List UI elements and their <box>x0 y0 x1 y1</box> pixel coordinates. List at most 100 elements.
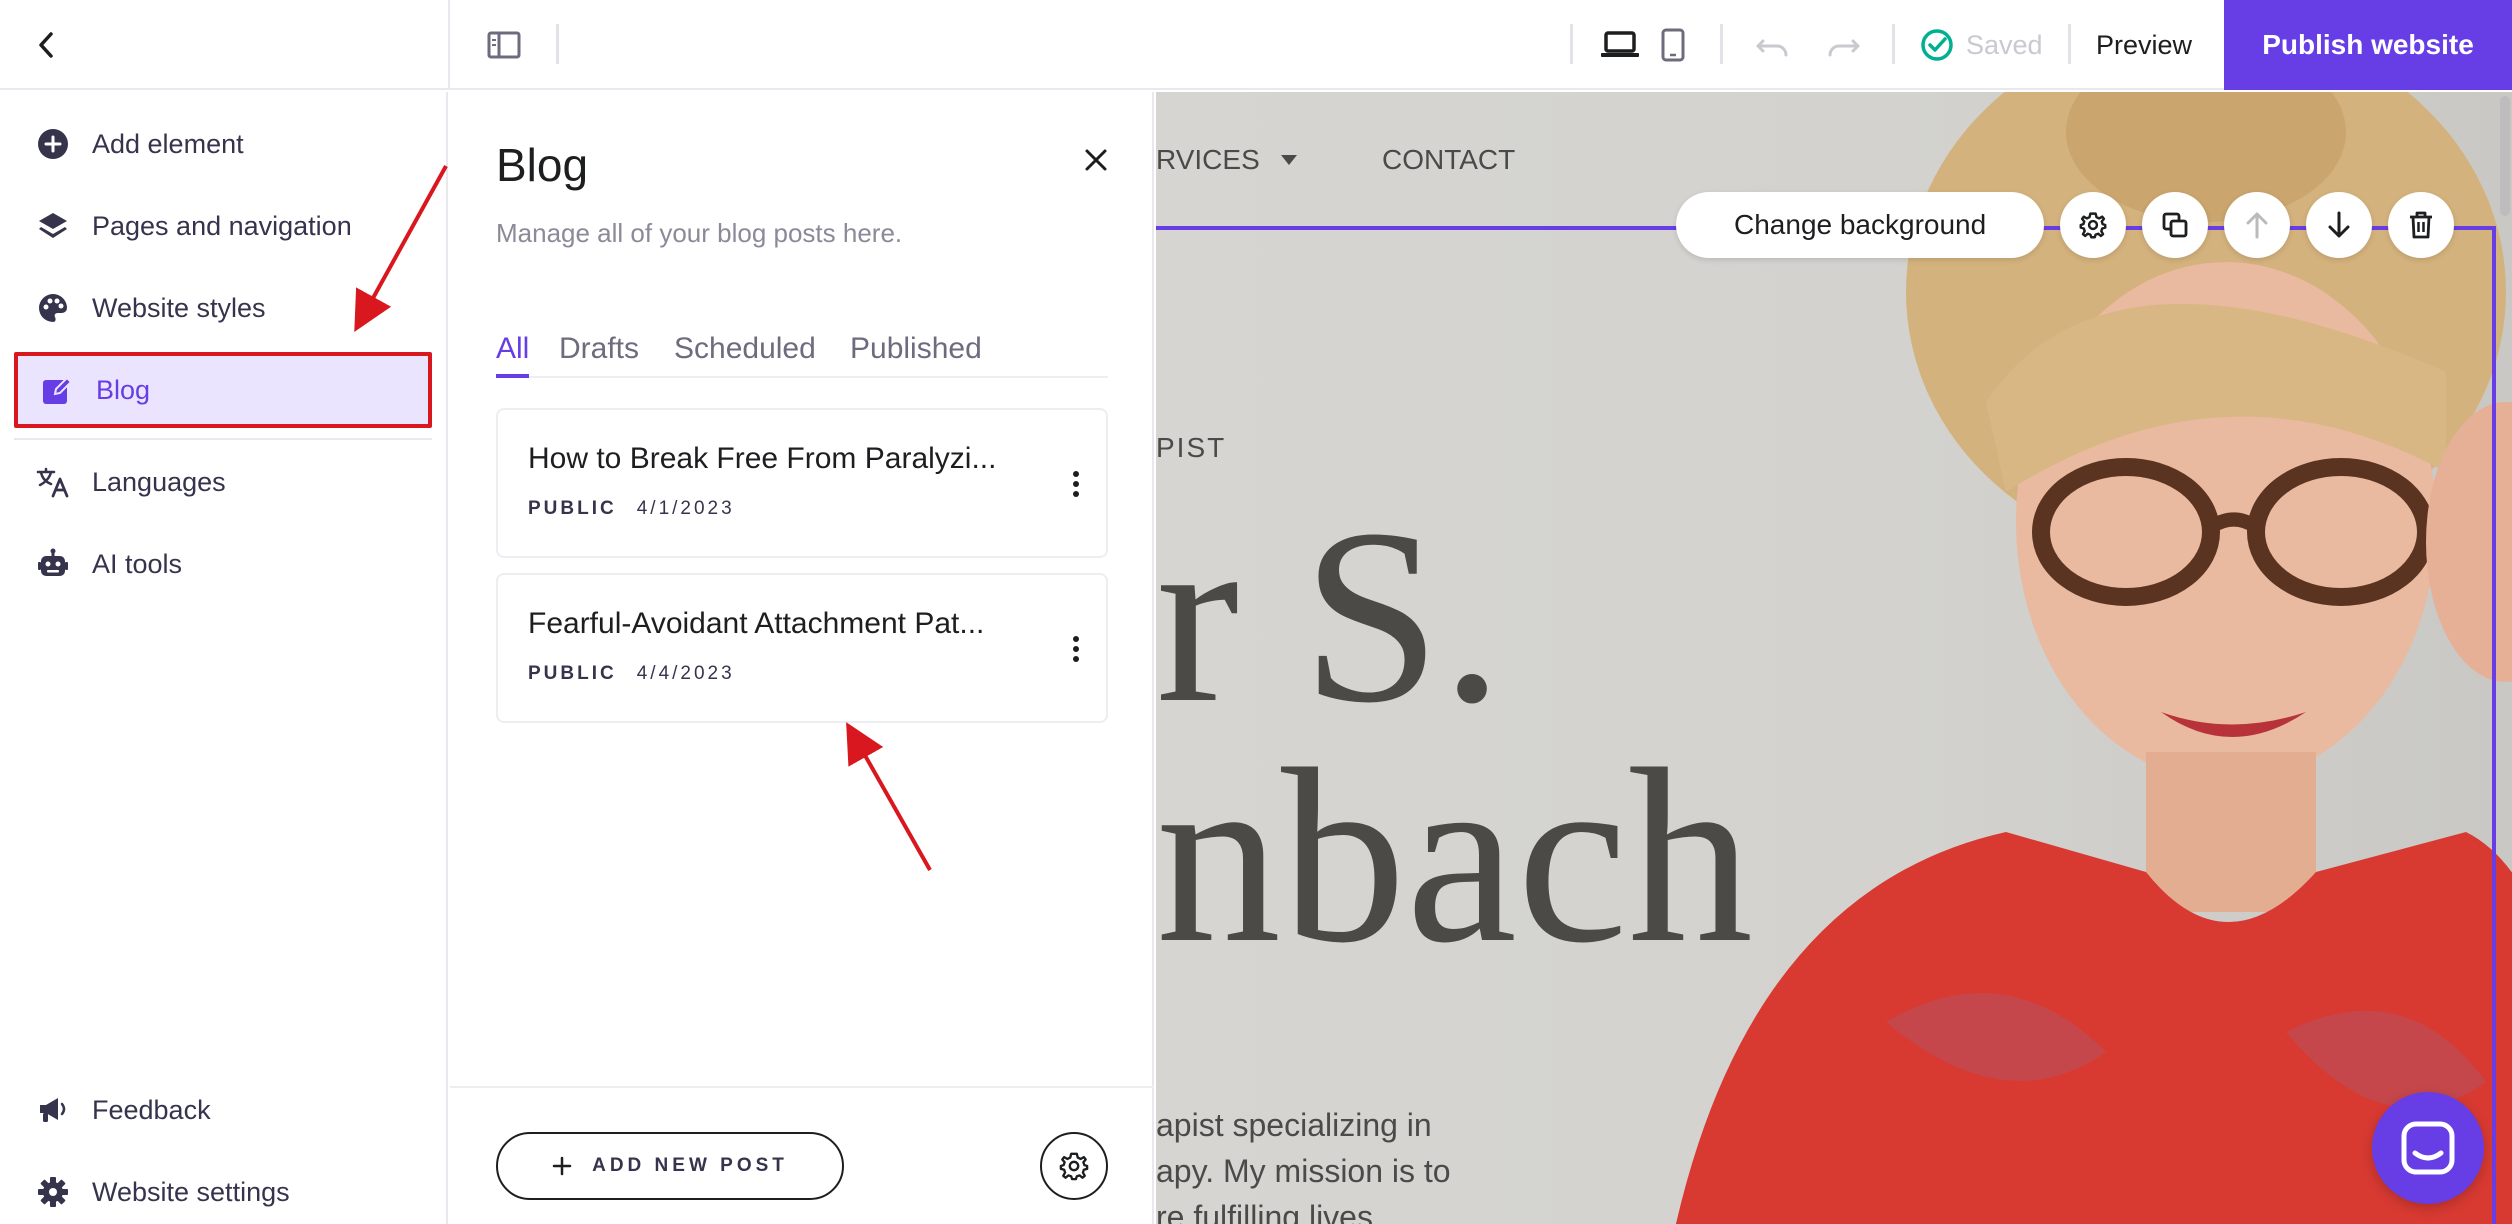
trash-icon <box>2410 211 2433 239</box>
divider <box>450 1086 1154 1088</box>
palette-icon <box>34 289 72 327</box>
hero-body-line: apy. My mission is to <box>1156 1153 1451 1189</box>
sidebar-layout-icon <box>487 31 521 59</box>
hero-heading-line[interactable]: r S. <box>1156 492 1503 742</box>
sidebar-item-languages[interactable]: Languages <box>14 444 432 520</box>
caret-down-icon <box>1280 155 1297 165</box>
gear-icon <box>2079 212 2107 239</box>
arrow-down-icon <box>2328 211 2350 238</box>
section-toolbar: Change background <box>1676 192 2455 258</box>
sidebar-item-label: Add element <box>92 128 244 159</box>
laptop-icon <box>1601 31 1639 57</box>
blog-tabs: All Drafts Scheduled Published <box>496 332 1108 378</box>
sidebar-item-feedback[interactable]: Feedback <box>14 1072 432 1148</box>
divider <box>1570 24 1573 64</box>
undo-icon <box>1756 39 1788 57</box>
sidebar-item-website-settings[interactable]: Website settings <box>14 1154 432 1224</box>
hero-kicker[interactable]: PIST <box>1156 432 1226 464</box>
blog-settings-button[interactable] <box>1040 1132 1108 1200</box>
post-meta: PUBLIC 4/1/2023 <box>528 498 735 520</box>
hero-body-text[interactable]: apist specializing in apy. My mission is… <box>1156 1102 1516 1224</box>
post-more-button[interactable] <box>1058 621 1094 677</box>
blog-panel: Blog Manage all of your blog posts here.… <box>450 92 1154 1224</box>
tab-scheduled[interactable]: Scheduled <box>674 332 816 378</box>
more-vertical-icon <box>1073 636 1079 662</box>
canvas-scrollbar[interactable] <box>2500 96 2510 216</box>
divider <box>448 0 450 90</box>
post-date: 4/4/2023 <box>636 663 735 684</box>
blog-panel-title: Blog <box>496 139 589 191</box>
hero-heading-line[interactable]: nbach <box>1156 732 1753 982</box>
change-background-button[interactable]: Change background <box>1676 192 2045 258</box>
sidebar-item-label: Website settings <box>92 1176 290 1207</box>
desktop-view-button[interactable] <box>1594 22 1646 68</box>
phone-icon <box>1661 28 1685 62</box>
chat-support-button[interactable] <box>2372 1092 2484 1204</box>
left-sidebar: Add element Pages and navigation Website… <box>0 92 448 1224</box>
tab-all[interactable]: All <box>496 332 530 378</box>
plus-circle-icon <box>34 125 72 163</box>
website-canvas[interactable]: RVICES CONTACT PIST r S. nbach apist spe… <box>1156 92 2512 1224</box>
sidebar-item-label: Feedback <box>92 1094 211 1125</box>
sidebar-item-ai-tools[interactable]: AI tools <box>14 526 432 602</box>
hero-body-line: re fulfilling lives. <box>1156 1199 1382 1224</box>
mobile-view-button[interactable] <box>1650 22 1696 68</box>
move-section-down-button[interactable] <box>2306 192 2373 258</box>
post-title: Fearful-Avoidant Attachment Pat... <box>528 607 985 640</box>
publish-website-button[interactable]: Publish website <box>2224 0 2512 90</box>
blog-post-card[interactable]: How to Break Free From Paralyzi... PUBLI… <box>496 408 1108 558</box>
redo-button[interactable] <box>1820 22 1866 68</box>
section-settings-button[interactable] <box>2060 192 2127 258</box>
blog-post-card[interactable]: Fearful-Avoidant Attachment Pat... PUBLI… <box>496 573 1108 723</box>
sidebar-item-label: Languages <box>92 466 226 497</box>
saved-label: Saved <box>1966 29 2043 60</box>
nav-services-link[interactable]: RVICES <box>1156 144 1298 176</box>
divider <box>1720 24 1723 64</box>
sidebar-item-add-element[interactable]: Add element <box>14 106 432 182</box>
edit-icon <box>38 371 76 409</box>
robot-icon <box>34 545 72 583</box>
add-new-post-label: ADD NEW POST <box>592 1155 788 1176</box>
divider <box>2068 24 2071 64</box>
post-meta: PUBLIC 4/4/2023 <box>528 663 735 685</box>
sidebar-item-blog[interactable]: Blog <box>14 352 432 428</box>
sidebar-toggle-button[interactable] <box>480 22 528 68</box>
gear-icon <box>34 1173 72 1211</box>
copy-icon <box>2162 212 2188 238</box>
saved-status: Saved <box>1920 22 2043 68</box>
nav-contact-link[interactable]: CONTACT <box>1382 144 1515 176</box>
blog-panel-subtitle: Manage all of your blog posts here. <box>496 218 903 248</box>
sidebar-item-label: Pages and navigation <box>92 210 352 241</box>
delete-section-button[interactable] <box>2388 192 2455 258</box>
hero-body-line: apist specializing in <box>1156 1107 1432 1143</box>
post-more-button[interactable] <box>1058 456 1094 512</box>
chevron-left-icon <box>39 32 53 58</box>
back-button[interactable] <box>22 22 70 68</box>
add-new-post-button[interactable]: ADD NEW POST <box>496 1132 844 1200</box>
chat-icon <box>2401 1121 2455 1175</box>
tab-published[interactable]: Published <box>850 332 982 378</box>
move-section-up-button[interactable] <box>2224 192 2291 258</box>
redo-icon <box>1828 39 1860 57</box>
top-bar: Saved Preview Publish website <box>0 0 2512 90</box>
more-vertical-icon <box>1073 471 1079 497</box>
plus-icon <box>552 1156 572 1176</box>
check-circle-icon <box>1921 29 1953 61</box>
megaphone-icon <box>34 1091 72 1129</box>
close-icon <box>1085 149 1107 171</box>
divider <box>14 438 432 440</box>
duplicate-section-button[interactable] <box>2142 192 2209 258</box>
tab-drafts[interactable]: Drafts <box>559 332 639 378</box>
close-button[interactable] <box>1068 132 1124 188</box>
divider <box>1892 24 1895 64</box>
post-status: PUBLIC <box>528 663 617 684</box>
layers-icon <box>34 207 72 245</box>
preview-button[interactable]: Preview <box>2080 22 2208 68</box>
sidebar-item-website-styles[interactable]: Website styles <box>14 270 432 346</box>
sidebar-item-label: Blog <box>96 374 151 405</box>
post-date: 4/1/2023 <box>636 498 735 519</box>
website-builder: Saved Preview Publish website Add elemen… <box>0 0 2512 1224</box>
translate-icon <box>34 463 72 501</box>
sidebar-item-pages-and-navigation[interactable]: Pages and navigation <box>14 188 432 264</box>
undo-button[interactable] <box>1750 22 1796 68</box>
